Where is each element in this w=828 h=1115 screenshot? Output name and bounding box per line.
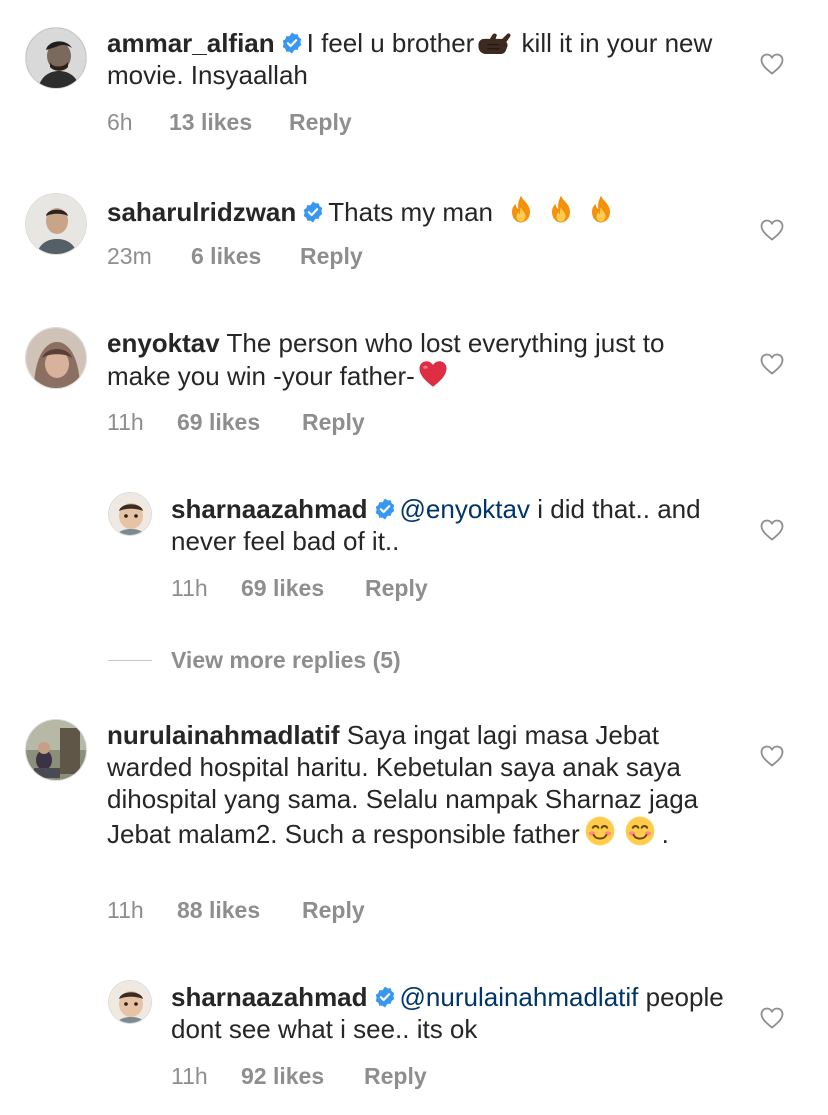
comment-time: 6h	[107, 109, 133, 135]
comment-meta: 23m 6 likes Reply	[107, 242, 363, 270]
fire-emoji-icon	[586, 193, 616, 225]
comment-time: 11h	[171, 1063, 208, 1089]
like-heart-icon[interactable]	[760, 53, 784, 75]
comment-time: 23m	[107, 243, 152, 269]
comment-meta: 6h 13 likes Reply	[107, 108, 352, 136]
comment-text: nurulainahmadlatif Saya ingat lagi masa …	[107, 719, 727, 850]
fire-emoji-icon	[506, 193, 536, 225]
like-heart-icon[interactable]	[760, 745, 784, 767]
comment-body-tail: .	[661, 819, 669, 849]
like-count[interactable]: 69 likes	[241, 574, 365, 602]
comment-text: saharulridzwan Thats my man	[107, 193, 727, 228]
avatar-photo	[26, 720, 86, 780]
avatar[interactable]	[25, 193, 87, 255]
comment-time: 11h	[107, 409, 144, 435]
like-heart-icon[interactable]	[760, 1007, 784, 1029]
avatar[interactable]	[25, 719, 87, 781]
call-me-hand-emoji-icon	[476, 30, 512, 56]
reply-button[interactable]: Reply	[300, 242, 363, 270]
mention-link[interactable]: @nurulainahmadlatif	[400, 982, 639, 1012]
like-heart-icon[interactable]	[760, 353, 784, 375]
verified-badge-icon	[302, 201, 324, 223]
avatar[interactable]	[25, 27, 87, 89]
reply-button[interactable]: Reply	[365, 574, 428, 602]
like-count[interactable]: 69 likes	[177, 408, 302, 436]
comment-username[interactable]: sharnaazahmad	[171, 982, 368, 1012]
mention-link[interactable]: @enyoktav	[400, 494, 530, 524]
comment-username[interactable]: enyoktav	[107, 328, 220, 358]
avatar-photo	[26, 194, 86, 254]
comment-username[interactable]: nurulainahmadlatif	[107, 720, 340, 750]
comment-meta: 11h 69 likes Reply	[107, 408, 365, 436]
comment-body: I feel u brother	[306, 28, 475, 58]
divider-line	[108, 660, 152, 661]
like-count[interactable]: 6 likes	[191, 242, 300, 270]
verified-badge-icon	[281, 32, 303, 54]
avatar-photo	[109, 493, 151, 535]
avatar-photo	[109, 981, 151, 1023]
view-more-replies[interactable]: View more replies (5)	[108, 646, 508, 676]
like-heart-icon[interactable]	[760, 519, 784, 541]
smiling-face-emoji-icon	[584, 815, 616, 847]
avatar[interactable]	[108, 980, 152, 1024]
comment-username[interactable]: sharnaazahmad	[171, 494, 368, 524]
verified-badge-icon	[374, 986, 396, 1008]
avatar-photo	[26, 28, 86, 88]
comment-meta: 11h 88 likes Reply	[107, 896, 365, 924]
comment-text: sharnaazahmad @enyoktav i did that.. and …	[171, 493, 731, 557]
avatar[interactable]	[108, 492, 152, 536]
comment-text: ammar_alfian I feel u brother kill it in …	[107, 27, 727, 91]
like-heart-icon[interactable]	[760, 219, 784, 241]
comment-meta: 11h 69 likes Reply	[171, 574, 428, 602]
reply-button[interactable]: Reply	[364, 1062, 427, 1090]
avatar[interactable]	[25, 327, 87, 389]
like-count[interactable]: 13 likes	[169, 108, 289, 136]
comment-meta: 11h 92 likes Reply	[171, 1062, 427, 1090]
comment-username[interactable]: saharulridzwan	[107, 197, 296, 227]
comment-time: 11h	[107, 897, 144, 923]
smiling-face-emoji-icon	[624, 815, 656, 847]
reply-button[interactable]: Reply	[289, 108, 352, 136]
reply-button[interactable]: Reply	[302, 408, 365, 436]
like-count[interactable]: 88 likes	[177, 896, 302, 924]
view-more-replies-label[interactable]: View more replies (5)	[171, 646, 401, 674]
verified-badge-icon	[374, 498, 396, 520]
comment-username[interactable]: ammar_alfian	[107, 28, 275, 58]
comment-text: sharnaazahmad @nurulainahmadlatif people …	[171, 981, 731, 1045]
comment-time: 11h	[171, 575, 208, 601]
comment-body: Thats my man	[328, 197, 493, 227]
like-count[interactable]: 92 likes	[241, 1062, 364, 1090]
avatar-photo	[26, 328, 86, 388]
red-heart-emoji-icon	[417, 359, 449, 389]
fire-emoji-icon	[546, 193, 576, 225]
comment-text: enyoktav The person who lost everything …	[107, 327, 727, 392]
reply-button[interactable]: Reply	[302, 896, 365, 924]
